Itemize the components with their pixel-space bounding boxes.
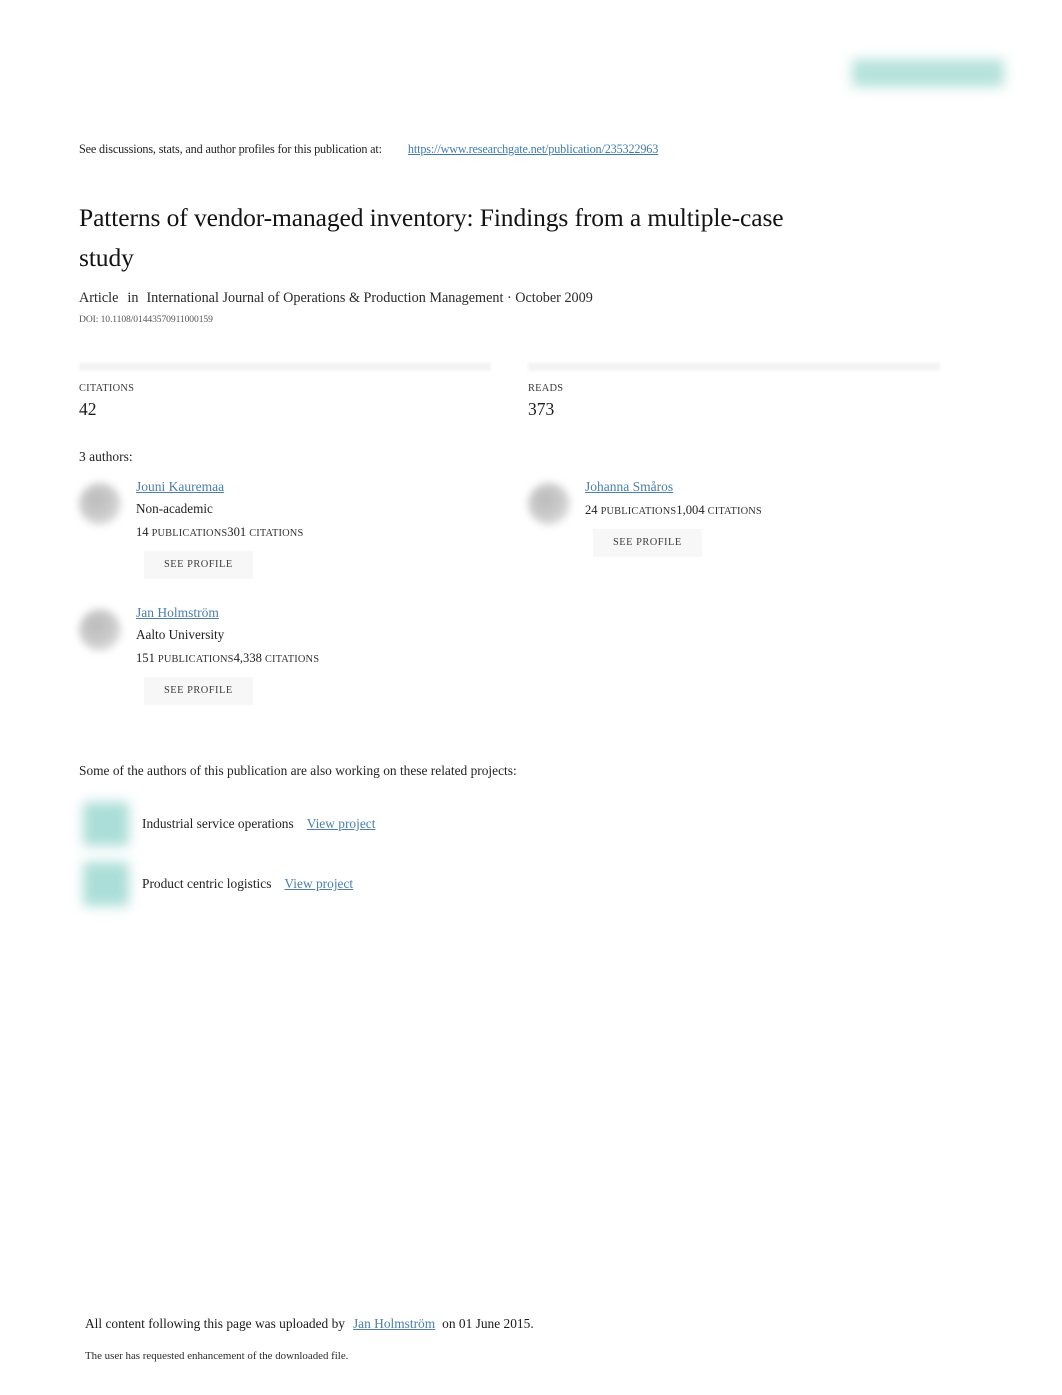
author-publications-label: PUBLICATIONS (151, 528, 228, 539)
see-profile-button[interactable]: SEE PROFILE (593, 529, 702, 557)
author-stats: 14 PUBLICATIONS301 CITATIONS (136, 524, 516, 542)
author-stats: 24 PUBLICATIONS1,004 CITATIONS (585, 502, 965, 520)
upload-suffix: on 01 June 2015. (442, 1316, 534, 1331)
researchgate-logo-badge-icon (852, 59, 1004, 87)
project-thumbnail-icon (83, 802, 129, 846)
see-profile-button[interactable]: SEE PROFILE (144, 677, 253, 705)
author-name-link[interactable]: Jouni Kauremaa (136, 479, 224, 494)
metric-citations: CITATIONS 42 (79, 363, 491, 420)
publication-url-link[interactable]: https://www.researchgate.net/publication… (408, 142, 658, 156)
author-affiliation: Non-academic (136, 501, 213, 516)
author-details: Jan Holmström Aalto University 151 PUBLIC… (136, 604, 516, 705)
metric-reads-bar (528, 363, 940, 371)
author-publications-count: 24 (585, 503, 598, 517)
project-text: Industrial service operations View projec… (142, 816, 375, 832)
author-citations-label: CITATIONS (264, 654, 320, 665)
project-name: Product centric logistics (142, 876, 272, 891)
metric-citations-label: CITATIONS (79, 383, 135, 394)
avatar (79, 483, 121, 525)
discussion-line-text: See discussions, stats, and author profi… (79, 142, 382, 156)
author-citations-count: 1,004 (676, 503, 705, 517)
article-venue: International Journal of Operations & Pr… (146, 290, 593, 306)
page-title: Patterns of vendor-managed inventory: Fi… (79, 203, 784, 273)
author-citations-count: 301 (227, 525, 247, 539)
author-publications-count: 151 (136, 651, 155, 665)
author-name-link[interactable]: Jan Holmström (136, 605, 219, 620)
metric-reads: READS 373 (528, 363, 940, 420)
article-doi: DOI: 10.1108/01443570911000159 (79, 314, 213, 325)
authors-heading: 3 authors: (79, 449, 133, 464)
author-card: Johanna Småros 24 PUBLICATIONS1,004 CITATI… (528, 478, 968, 598)
author-stats: 151 PUBLICATIONS4,338 CITATIONS (136, 650, 516, 668)
article-in-label: in (127, 290, 139, 306)
project-row: Industrial service operations View projec… (79, 802, 579, 848)
project-thumbnail-icon (83, 862, 129, 906)
project-name: Industrial service operations (142, 816, 294, 831)
discussion-line: See discussions, stats, and author profi… (79, 142, 658, 157)
author-publications-label: PUBLICATIONS (600, 506, 677, 517)
project-text: Product centric logistics View project (142, 876, 353, 892)
metric-citations-bar (79, 363, 491, 371)
avatar (79, 609, 121, 651)
author-details: Jouni Kauremaa Non-academic 14 PUBLICATIO… (136, 478, 516, 579)
upload-author-link[interactable]: Jan Holmström (353, 1316, 435, 1331)
see-profile-button[interactable]: SEE PROFILE (144, 551, 253, 579)
upload-attribution: All content following this page was uplo… (85, 1316, 534, 1332)
projects-heading: Some of the authors of this publication … (79, 763, 517, 778)
author-details: Johanna Småros 24 PUBLICATIONS1,004 CITATI… (585, 478, 965, 557)
author-publications-count: 14 (136, 525, 149, 539)
view-project-link[interactable]: View project (307, 816, 376, 831)
author-publications-label: PUBLICATIONS (157, 654, 234, 665)
enhancement-note: The user has requested enhancement of th… (85, 1350, 349, 1362)
upload-prefix: All content following this page was uplo… (85, 1316, 345, 1331)
metric-reads-value: 373 (528, 399, 555, 419)
author-citations-label: CITATIONS (249, 528, 304, 539)
publication-cover-page: See discussions, stats, and author profi… (0, 0, 1062, 1395)
author-name-link[interactable]: Johanna Småros (585, 479, 673, 494)
author-card: Jouni Kauremaa Non-academic 14 PUBLICATIO… (79, 478, 519, 598)
article-type-label: Article (79, 290, 119, 306)
avatar (528, 483, 570, 525)
article-meta: Article in International Journal of Operat… (79, 290, 593, 307)
author-affiliation: Aalto University (136, 627, 225, 642)
metric-reads-label: READS (528, 383, 564, 394)
author-card: Jan Holmström Aalto University 151 PUBLIC… (79, 604, 519, 724)
author-citations-label: CITATIONS (707, 506, 762, 517)
author-citations-count: 4,338 (233, 651, 262, 665)
metric-citations-value: 42 (79, 399, 97, 419)
view-project-link[interactable]: View project (284, 876, 353, 891)
project-row: Product centric logistics View project (79, 862, 579, 908)
